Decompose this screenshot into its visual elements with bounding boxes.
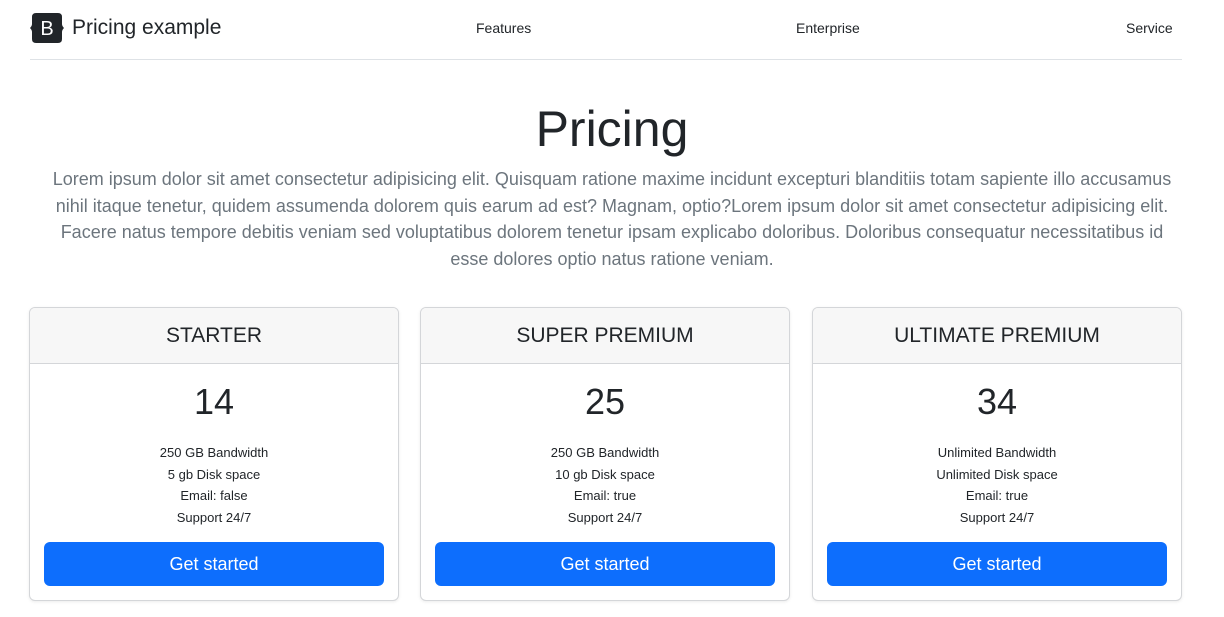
plan-name: SUPER PREMIUM [421, 308, 789, 364]
plan-price: 14 [193, 381, 235, 422]
plan-name: STARTER [30, 308, 398, 364]
feature-item: Email: true [965, 488, 1029, 504]
brand-name: Pricing example [72, 16, 222, 39]
feature-list: Unlimited Bandwidth Unlimited Disk space… [813, 442, 1181, 529]
feature-item: Unlimited Bandwidth [937, 445, 1057, 460]
get-started-button[interactable]: Get started [827, 542, 1167, 586]
nav-link-features[interactable]: Features [476, 20, 531, 36]
get-started-button[interactable]: Get started [435, 542, 775, 586]
feature-item: Email: false [180, 488, 248, 504]
bootstrap-logo-icon: B [30, 13, 64, 43]
feature-item: Support 24/7 [176, 510, 252, 526]
feature-item: 250 GB Bandwidth [550, 445, 660, 460]
feature-item: 250 GB Bandwidth [159, 445, 269, 460]
pricing-card-starter: STARTER 14 250 GB Bandwidth 5 gb Disk sp… [29, 307, 399, 601]
pricing-card-ultimate-premium: ULTIMATE PREMIUM 34 Unlimited Bandwidth … [812, 307, 1182, 601]
feature-item: Support 24/7 [567, 510, 643, 526]
brand-link[interactable]: B Pricing example [30, 12, 221, 44]
feature-list: 250 GB Bandwidth 10 gb Disk space Email:… [421, 442, 789, 529]
nav-link-service[interactable]: Service [1126, 20, 1173, 36]
page-lead: Lorem ipsum dolor sit amet consectetur a… [52, 169, 1172, 269]
feature-item: Unlimited Disk space [936, 466, 1058, 482]
plan-price: 34 [976, 381, 1018, 422]
feature-item: Email: true [573, 488, 637, 504]
feature-item: 10 gb Disk space [555, 466, 655, 482]
brand-icon-letter: B [40, 18, 53, 40]
nav-link-enterprise[interactable]: Enterprise [796, 20, 860, 36]
get-started-button[interactable]: Get started [44, 542, 384, 586]
plan-price: 25 [584, 381, 626, 422]
site-header: B Pricing example Features Enterprise Se… [30, 0, 1182, 60]
pricing-card-super-premium: SUPER PREMIUM 25 250 GB Bandwidth 10 gb … [420, 307, 790, 601]
feature-item: 5 gb Disk space [167, 466, 261, 482]
feature-item: Support 24/7 [959, 510, 1035, 526]
page-title: Pricing [535, 101, 689, 157]
plan-name: ULTIMATE PREMIUM [813, 308, 1181, 364]
feature-list: 250 GB Bandwidth 5 gb Disk space Email: … [30, 442, 398, 529]
